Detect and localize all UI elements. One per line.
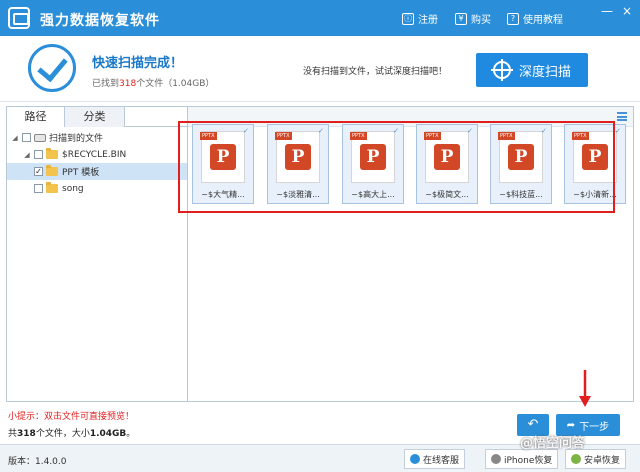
register-link[interactable]: ⓘ 注册 xyxy=(402,11,438,26)
undo-icon: ↶ xyxy=(527,417,539,432)
total-suffix: 。 xyxy=(126,429,136,439)
tree-label: $RECYCLE.BIN xyxy=(62,149,127,160)
tree-checkbox[interactable] xyxy=(34,150,43,159)
collapse-arrow-icon[interactable]: ◢ xyxy=(11,134,19,142)
scan-complete-check-icon xyxy=(28,44,76,92)
tutorial-icon: ? xyxy=(507,12,519,25)
tree-checkbox-checked[interactable]: ✓ xyxy=(34,167,43,176)
total-mid: 个文件，大小 xyxy=(35,429,90,439)
found-prefix: 已找到 xyxy=(92,79,120,89)
android-recovery-button[interactable]: 安卓恢复 xyxy=(565,449,627,469)
tree-row-ppt-templates[interactable]: ✓ PPT 模板 xyxy=(7,163,187,180)
deep-scan-label: 深度扫描 xyxy=(518,64,571,80)
tree-row-recycle-bin[interactable]: ◢ $RECYCLE.BIN xyxy=(7,146,187,163)
tutorial-link[interactable]: ? 使用教程 xyxy=(507,11,563,26)
title-bar: 强力数据恢复软件 ⓘ 注册 ¥ 购买 ? 使用教程 — × xyxy=(0,0,640,36)
online-support-button[interactable]: 在线客服 xyxy=(404,449,466,469)
total-summary: 共318个文件，大小1.04GB。 xyxy=(8,426,135,439)
drive-icon xyxy=(34,133,46,142)
tree-row-song[interactable]: song xyxy=(7,180,187,197)
iphone-recovery-label: iPhone恢复 xyxy=(504,455,553,466)
tree-row-root[interactable]: ◢ 扫描到的文件 xyxy=(7,129,187,146)
tree-label: PPT 模板 xyxy=(62,168,100,178)
online-support-label: 在线客服 xyxy=(423,455,460,466)
forward-arrow-icon: ➦ xyxy=(566,419,576,431)
total-count: 318 xyxy=(17,429,36,439)
tree-label: song xyxy=(62,183,84,194)
collapse-arrow-icon[interactable]: ◢ xyxy=(23,151,31,159)
watermark: @悟空问答 xyxy=(520,436,586,451)
found-suffix: 个文件（1.04GB） xyxy=(136,79,215,89)
buy-label: 购买 xyxy=(471,15,491,26)
tree-checkbox[interactable] xyxy=(34,184,43,193)
tree-checkbox[interactable] xyxy=(22,133,31,142)
folder-tree: ◢ 扫描到的文件 ◢ $RECYCLE.BIN ✓ PPT 模板 song xyxy=(7,129,187,197)
tab-category[interactable]: 分类 xyxy=(65,107,125,127)
deep-scan-button[interactable]: 深度扫描 xyxy=(476,53,588,87)
register-label: 注册 xyxy=(418,15,438,26)
app-title: 强力数据恢复软件 xyxy=(40,13,160,29)
annotation-arrow-icon xyxy=(579,370,591,407)
select-check-icon[interactable]: ✓ xyxy=(615,127,623,135)
tree-label: 扫描到的文件 xyxy=(49,134,104,144)
version-label: 版本：1.4.0.0 xyxy=(8,457,67,467)
view-tabs: 路径 分类 xyxy=(7,107,187,127)
buy-link[interactable]: ¥ 购买 xyxy=(455,11,491,26)
preview-tip: 小提示：双击文件可直接预览！ xyxy=(8,412,135,422)
tab-path[interactable]: 路径 xyxy=(7,107,65,127)
crosshair-icon xyxy=(490,59,513,81)
deep-scan-hint: 没有扫描到文件，试试深度扫描吧！ xyxy=(303,67,448,77)
minimize-button[interactable]: — xyxy=(600,4,614,18)
qq-icon xyxy=(410,454,420,464)
folder-icon xyxy=(46,182,58,193)
folder-icon xyxy=(46,148,58,159)
found-summary: 已找到318个文件（1.04GB） xyxy=(92,76,214,89)
folder-icon xyxy=(46,165,58,176)
next-step-label: 下一步 xyxy=(579,421,610,433)
register-icon: ⓘ xyxy=(402,12,414,25)
android-icon xyxy=(571,454,581,464)
total-size: 1.04GB xyxy=(89,429,127,439)
found-count: 318 xyxy=(119,79,137,89)
iphone-recovery-button[interactable]: iPhone恢复 xyxy=(485,449,559,469)
annotation-highlight-box xyxy=(178,121,615,213)
close-button[interactable]: × xyxy=(620,4,634,18)
scan-status-title: 快速扫描完成！ xyxy=(92,56,184,71)
total-prefix: 共 xyxy=(8,429,18,439)
buy-icon: ¥ xyxy=(455,12,467,25)
android-recovery-label: 安卓恢复 xyxy=(584,455,621,466)
app-logo-icon xyxy=(8,7,30,29)
view-menu-icon[interactable] xyxy=(617,112,627,121)
tutorial-label: 使用教程 xyxy=(523,15,563,26)
apple-icon xyxy=(491,454,501,464)
